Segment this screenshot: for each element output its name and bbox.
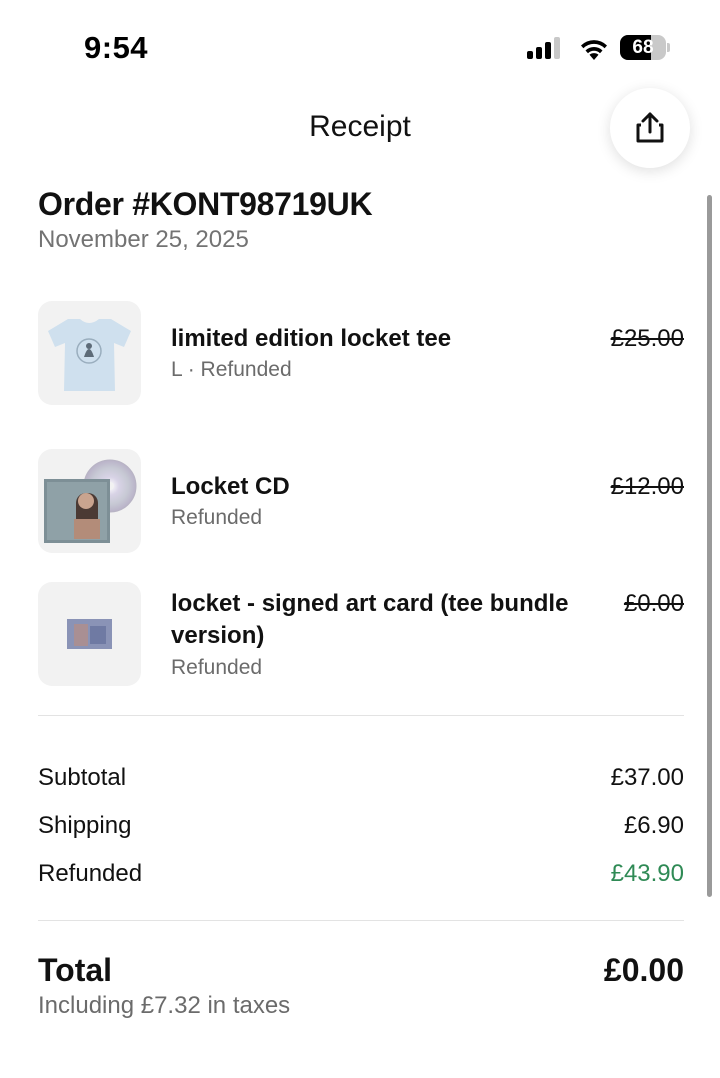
item-status: Refunded: [171, 506, 263, 529]
share-button[interactable]: [610, 88, 690, 168]
refunded-label: Refunded: [38, 860, 143, 887]
status-time: 9:54: [84, 30, 149, 65]
art-card-thumbnail: [38, 582, 141, 686]
order-date: November 25, 2025: [38, 226, 249, 253]
wifi-icon: [578, 35, 610, 61]
total-label: Total: [38, 952, 113, 988]
status-bar: 9:54 68: [0, 0, 720, 90]
signal-icon: [527, 37, 565, 59]
shipping-value: £6.90: [623, 812, 684, 839]
share-icon: [636, 112, 664, 143]
refunded-row: Refunded £43.90: [38, 860, 684, 890]
subtotal-row: Subtotal £37.00: [38, 764, 684, 794]
item-name: limited edition locket tee: [171, 325, 452, 352]
item-name: Locket CD: [171, 473, 290, 500]
item-status: L · Refunded: [171, 358, 292, 381]
divider: [38, 715, 684, 716]
tax-note: Including £7.32 in taxes: [38, 992, 291, 1019]
item-price: £12.00: [610, 473, 684, 500]
item-price: £0.00: [623, 590, 684, 617]
shipping-label: Shipping: [38, 812, 132, 839]
item-name-line-2: version): [171, 622, 265, 649]
battery-level: 68: [632, 37, 654, 58]
scrollbar[interactable]: [707, 195, 712, 897]
refunded-value: £43.90: [610, 860, 684, 887]
line-item[interactable]: limited edition locket tee L · Refunded …: [38, 301, 684, 407]
line-item[interactable]: Locket CD Refunded £12.00: [38, 449, 684, 555]
divider: [38, 920, 684, 921]
tee-thumbnail: [38, 301, 141, 405]
order-number: Order #KONT98719UK: [38, 186, 373, 222]
cd-thumbnail: [38, 449, 141, 553]
line-item[interactable]: locket - signed art card (tee bundle ver…: [38, 582, 684, 688]
item-price: £25.00: [610, 325, 684, 352]
subtotal-label: Subtotal: [38, 764, 127, 791]
total-value: £0.00: [603, 952, 684, 988]
item-status: Refunded: [171, 656, 263, 679]
item-name-line-1: locket - signed art card (tee bundle: [171, 590, 569, 617]
subtotal-value: £37.00: [610, 764, 684, 791]
battery-icon: 68: [620, 35, 670, 60]
shipping-row: Shipping £6.90: [38, 812, 684, 842]
